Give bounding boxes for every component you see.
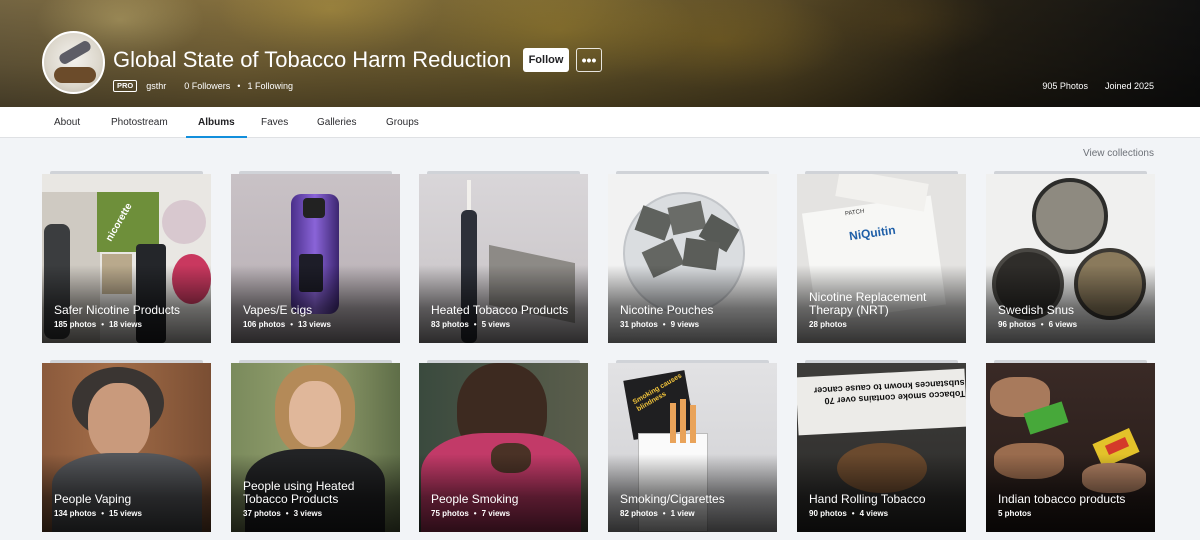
- profile-tab-bar: About Photostream Albums Faves Galleries…: [0, 107, 1200, 138]
- stats-separator: •: [101, 320, 105, 329]
- album-view-count: 13 views: [298, 320, 331, 329]
- joined-date: Joined 2025: [1104, 81, 1154, 91]
- album-view-count: 15 views: [109, 509, 142, 518]
- album-card-hand-rolling-tobacco[interactable]: Tobacco smoke contains over 70 substance…: [797, 360, 966, 532]
- tab-albums[interactable]: Albums: [186, 107, 247, 138]
- album-title[interactable]: People using Heated Tobacco Products: [243, 480, 392, 506]
- album-stats: 28 photos: [809, 320, 847, 329]
- album-view-count: 9 views: [670, 320, 700, 329]
- album-photo-count: 31 photos: [620, 320, 658, 329]
- avatar[interactable]: [42, 31, 105, 94]
- album-title[interactable]: Hand Rolling Tobacco: [809, 493, 958, 506]
- profile-meta: PRO gsthr 0 Followers • 1 Following: [113, 80, 293, 92]
- profile-stats: 905 Photos Joined 2025: [1042, 81, 1154, 91]
- meta-separator: •: [237, 81, 241, 91]
- album-card-nrt[interactable]: NiQuitin PATCH Nicotine Replacement Ther…: [797, 171, 966, 343]
- album-stats: 90 photos • 4 views: [809, 509, 888, 518]
- stats-separator: •: [285, 509, 289, 518]
- avatar-tobacco-graphic: [54, 67, 96, 83]
- album-title[interactable]: Smoking/Cigarettes: [620, 493, 769, 506]
- album-view-count: 5 views: [481, 320, 511, 329]
- album-stats: 106 photos • 13 views: [243, 320, 331, 329]
- followers-link[interactable]: 0 Followers: [184, 81, 230, 91]
- album-title[interactable]: Nicotine Pouches: [620, 304, 769, 317]
- album-view-count: 1 view: [670, 509, 695, 518]
- album-stats: 96 photos • 6 views: [998, 320, 1077, 329]
- album-photo-count: 28 photos: [809, 320, 847, 329]
- album-stats: 5 photos: [998, 509, 1031, 518]
- album-stats: 82 photos • 1 view: [620, 509, 695, 518]
- album-photo-count: 96 photos: [998, 320, 1036, 329]
- album-photo-count: 106 photos: [243, 320, 286, 329]
- album-photo-count: 134 photos: [54, 509, 97, 518]
- album-card-smoking-cigarettes[interactable]: Smoking causes blindness Smoking/Cigaret…: [608, 360, 777, 532]
- tab-groups[interactable]: Groups: [386, 107, 419, 138]
- album-stats: 134 photos • 15 views: [54, 509, 142, 518]
- more-options-button[interactable]: •••: [576, 48, 602, 72]
- album-card-indian-tobacco-products[interactable]: Indian tobacco products 5 photos: [986, 360, 1155, 532]
- album-stats: 75 photos • 7 views: [431, 509, 510, 518]
- album-stats: 37 photos • 3 views: [243, 509, 322, 518]
- album-stats: 31 photos • 9 views: [620, 320, 699, 329]
- album-card-vapes-e-cigs[interactable]: Vapes/E cigs 106 photos • 13 views: [231, 171, 400, 343]
- stats-separator: •: [851, 509, 855, 518]
- stats-separator: •: [662, 509, 666, 518]
- album-photo-count: 5 photos: [998, 509, 1032, 518]
- album-photo-count: 37 photos: [243, 509, 281, 518]
- album-title[interactable]: Swedish Snus: [998, 304, 1147, 317]
- photos-count: 905 Photos: [1042, 81, 1088, 91]
- album-title[interactable]: Indian tobacco products: [998, 493, 1147, 506]
- album-card-safer-nicotine-products[interactable]: nicorette Safer Nicotine Products 185 ph…: [42, 171, 211, 343]
- album-card-people-vaping[interactable]: People Vaping 134 photos • 15 views: [42, 360, 211, 532]
- profile-name: Global State of Tobacco Harm Reduction: [113, 47, 512, 72]
- stats-separator: •: [1040, 320, 1044, 329]
- tab-galleries[interactable]: Galleries: [317, 107, 356, 138]
- album-title[interactable]: People Vaping: [54, 493, 203, 506]
- view-collections-link[interactable]: View collections: [1083, 148, 1154, 159]
- album-photo-count: 83 photos: [431, 320, 469, 329]
- tab-photostream[interactable]: Photostream: [111, 107, 168, 138]
- album-view-count: 18 views: [109, 320, 142, 329]
- album-stats: 185 photos • 18 views: [54, 320, 142, 329]
- album-card-swedish-snus[interactable]: Swedish Snus 96 photos • 6 views: [986, 171, 1155, 343]
- album-title[interactable]: Heated Tobacco Products: [431, 304, 580, 317]
- album-photo-count: 75 photos: [431, 509, 469, 518]
- album-card-heated-tobacco-products[interactable]: Heated Tobacco Products 83 photos • 5 view…: [419, 171, 588, 343]
- album-view-count: 6 views: [1048, 320, 1078, 329]
- username: gsthr: [146, 81, 167, 91]
- stats-separator: •: [101, 509, 105, 518]
- stats-separator: •: [662, 320, 666, 329]
- album-title[interactable]: Nicotine Replacement Therapy (NRT): [809, 291, 958, 317]
- pro-badge: PRO: [113, 80, 138, 92]
- album-card-people-smoking[interactable]: People Smoking 75 photos • 7 views: [419, 360, 588, 532]
- stats-separator: •: [473, 320, 477, 329]
- stats-separator: •: [473, 509, 477, 518]
- following-link[interactable]: 1 Following: [247, 81, 293, 91]
- album-title[interactable]: Safer Nicotine Products: [54, 304, 203, 317]
- tab-faves[interactable]: Faves: [261, 107, 288, 138]
- album-card-people-using-htp[interactable]: People using Heated Tobacco Products 37 …: [231, 360, 400, 532]
- album-view-count: 7 views: [481, 509, 511, 518]
- album-stats: 83 photos • 5 views: [431, 320, 510, 329]
- album-photo-count: 82 photos: [620, 509, 658, 518]
- album-photo-count: 90 photos: [809, 509, 847, 518]
- avatar-vape-graphic: [57, 39, 93, 66]
- album-view-count: 4 views: [859, 509, 889, 518]
- follow-button[interactable]: Follow: [523, 48, 569, 72]
- album-title[interactable]: Vapes/E cigs: [243, 304, 392, 317]
- album-card-nicotine-pouches[interactable]: Nicotine Pouches 31 photos • 9 views: [608, 171, 777, 343]
- tab-about[interactable]: About: [54, 107, 80, 138]
- stats-separator: •: [290, 320, 294, 329]
- album-title[interactable]: People Smoking: [431, 493, 580, 506]
- album-view-count: 3 views: [293, 509, 323, 518]
- album-photo-count: 185 photos: [54, 320, 97, 329]
